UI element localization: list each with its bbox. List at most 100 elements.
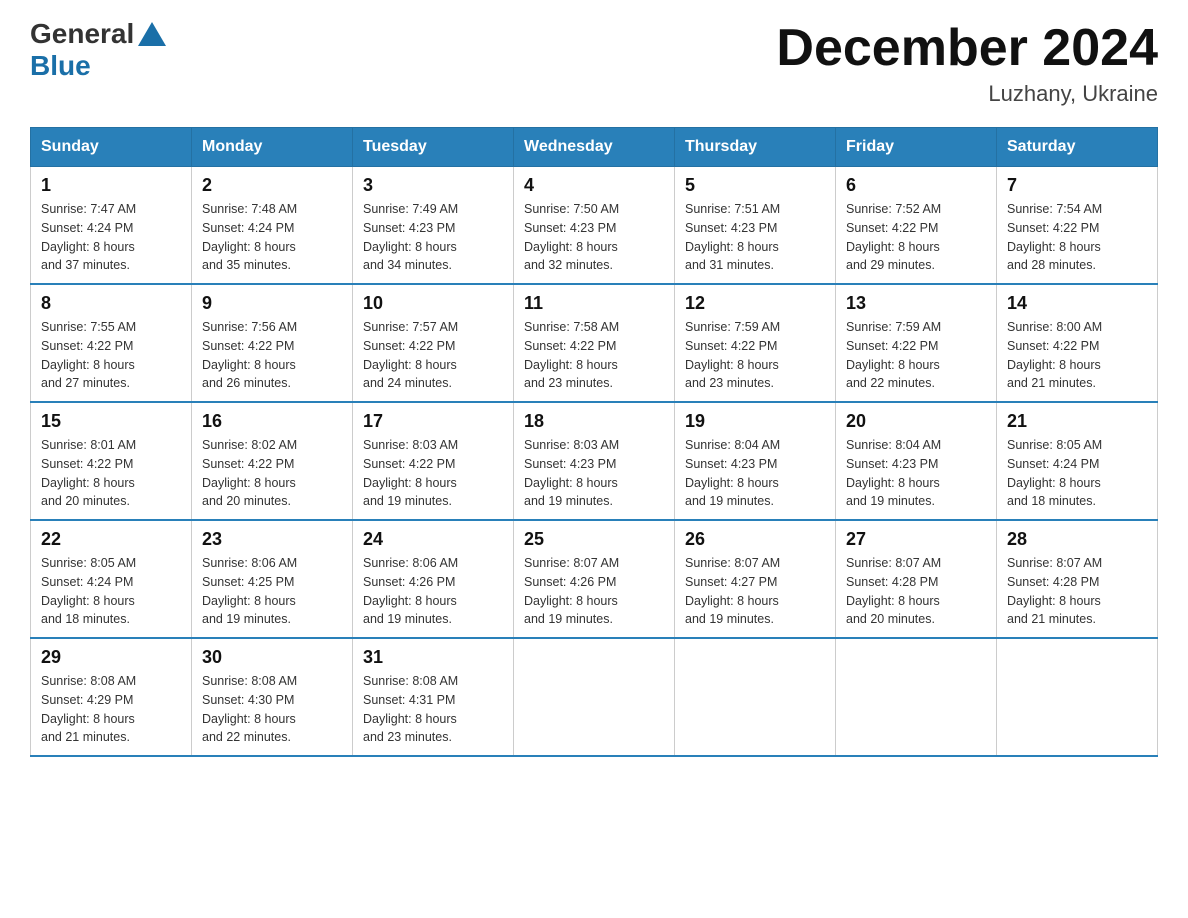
day-number: 23 bbox=[202, 529, 342, 550]
calendar-cell: 23Sunrise: 8:06 AMSunset: 4:25 PMDayligh… bbox=[192, 520, 353, 638]
header-saturday: Saturday bbox=[997, 128, 1158, 167]
day-info: Sunrise: 7:47 AMSunset: 4:24 PMDaylight:… bbox=[41, 200, 181, 275]
day-number: 22 bbox=[41, 529, 181, 550]
day-info: Sunrise: 7:59 AMSunset: 4:22 PMDaylight:… bbox=[846, 318, 986, 393]
day-number: 15 bbox=[41, 411, 181, 432]
day-number: 18 bbox=[524, 411, 664, 432]
day-info: Sunrise: 8:07 AMSunset: 4:26 PMDaylight:… bbox=[524, 554, 664, 629]
day-info: Sunrise: 7:55 AMSunset: 4:22 PMDaylight:… bbox=[41, 318, 181, 393]
day-number: 26 bbox=[685, 529, 825, 550]
day-info: Sunrise: 8:07 AMSunset: 4:28 PMDaylight:… bbox=[1007, 554, 1147, 629]
day-number: 6 bbox=[846, 175, 986, 196]
calendar-cell: 6 Sunrise: 7:52 AMSunset: 4:22 PMDaylight… bbox=[836, 167, 997, 285]
day-number: 9 bbox=[202, 293, 342, 314]
calendar-cell: 2 Sunrise: 7:48 AMSunset: 4:24 PMDaylight… bbox=[192, 167, 353, 285]
day-info: Sunrise: 7:48 AMSunset: 4:24 PMDaylight:… bbox=[202, 200, 342, 275]
day-number: 5 bbox=[685, 175, 825, 196]
calendar-cell bbox=[514, 638, 675, 756]
day-info: Sunrise: 8:02 AMSunset: 4:22 PMDaylight:… bbox=[202, 436, 342, 511]
logo-triangle-icon bbox=[138, 22, 166, 46]
calendar-cell: 18 Sunrise: 8:03 AMSunset: 4:23 PMDayligh… bbox=[514, 402, 675, 520]
header-thursday: Thursday bbox=[675, 128, 836, 167]
calendar-cell: 7 Sunrise: 7:54 AMSunset: 4:22 PMDaylight… bbox=[997, 167, 1158, 285]
day-info: Sunrise: 8:05 AMSunset: 4:24 PMDaylight:… bbox=[41, 554, 181, 629]
day-number: 4 bbox=[524, 175, 664, 196]
day-number: 2 bbox=[202, 175, 342, 196]
day-number: 31 bbox=[363, 647, 503, 668]
logo-blue-text: Blue bbox=[30, 50, 166, 82]
calendar-week-row: 29 Sunrise: 8:08 AMSunset: 4:29 PMDayligh… bbox=[31, 638, 1158, 756]
calendar-cell bbox=[997, 638, 1158, 756]
calendar-cell: 26 Sunrise: 8:07 AMSunset: 4:27 PMDayligh… bbox=[675, 520, 836, 638]
calendar-cell: 29 Sunrise: 8:08 AMSunset: 4:29 PMDayligh… bbox=[31, 638, 192, 756]
day-number: 8 bbox=[41, 293, 181, 314]
day-number: 19 bbox=[685, 411, 825, 432]
calendar-cell: 3Sunrise: 7:49 AMSunset: 4:23 PMDaylight… bbox=[353, 167, 514, 285]
calendar-cell bbox=[836, 638, 997, 756]
day-info: Sunrise: 8:04 AMSunset: 4:23 PMDaylight:… bbox=[846, 436, 986, 511]
day-info: Sunrise: 7:52 AMSunset: 4:22 PMDaylight:… bbox=[846, 200, 986, 275]
calendar-cell: 16Sunrise: 8:02 AMSunset: 4:22 PMDayligh… bbox=[192, 402, 353, 520]
calendar-cell: 5 Sunrise: 7:51 AMSunset: 4:23 PMDaylight… bbox=[675, 167, 836, 285]
calendar-cell: 12Sunrise: 7:59 AMSunset: 4:22 PMDayligh… bbox=[675, 284, 836, 402]
calendar-cell: 14Sunrise: 8:00 AMSunset: 4:22 PMDayligh… bbox=[997, 284, 1158, 402]
day-info: Sunrise: 7:51 AMSunset: 4:23 PMDaylight:… bbox=[685, 200, 825, 275]
calendar-cell: 20Sunrise: 8:04 AMSunset: 4:23 PMDayligh… bbox=[836, 402, 997, 520]
day-number: 30 bbox=[202, 647, 342, 668]
header-tuesday: Tuesday bbox=[353, 128, 514, 167]
day-number: 13 bbox=[846, 293, 986, 314]
day-info: Sunrise: 7:50 AMSunset: 4:23 PMDaylight:… bbox=[524, 200, 664, 275]
month-title: December 2024 bbox=[776, 20, 1158, 77]
calendar-week-row: 22 Sunrise: 8:05 AMSunset: 4:24 PMDayligh… bbox=[31, 520, 1158, 638]
calendar-cell: 22 Sunrise: 8:05 AMSunset: 4:24 PMDayligh… bbox=[31, 520, 192, 638]
day-number: 29 bbox=[41, 647, 181, 668]
calendar-cell: 17 Sunrise: 8:03 AMSunset: 4:22 PMDayligh… bbox=[353, 402, 514, 520]
day-info: Sunrise: 8:08 AMSunset: 4:29 PMDaylight:… bbox=[41, 672, 181, 747]
day-info: Sunrise: 8:03 AMSunset: 4:22 PMDaylight:… bbox=[363, 436, 503, 511]
header-monday: Monday bbox=[192, 128, 353, 167]
day-number: 25 bbox=[524, 529, 664, 550]
calendar-cell: 10Sunrise: 7:57 AMSunset: 4:22 PMDayligh… bbox=[353, 284, 514, 402]
day-number: 28 bbox=[1007, 529, 1147, 550]
calendar-week-row: 15 Sunrise: 8:01 AMSunset: 4:22 PMDayligh… bbox=[31, 402, 1158, 520]
logo-general-text: General bbox=[30, 20, 134, 48]
calendar-cell: 8 Sunrise: 7:55 AMSunset: 4:22 PMDaylight… bbox=[31, 284, 192, 402]
day-number: 12 bbox=[685, 293, 825, 314]
day-info: Sunrise: 8:06 AMSunset: 4:26 PMDaylight:… bbox=[363, 554, 503, 629]
calendar-cell: 21Sunrise: 8:05 AMSunset: 4:24 PMDayligh… bbox=[997, 402, 1158, 520]
day-number: 3 bbox=[363, 175, 503, 196]
calendar-cell: 30Sunrise: 8:08 AMSunset: 4:30 PMDayligh… bbox=[192, 638, 353, 756]
calendar-cell: 11Sunrise: 7:58 AMSunset: 4:22 PMDayligh… bbox=[514, 284, 675, 402]
calendar-cell: 15 Sunrise: 8:01 AMSunset: 4:22 PMDayligh… bbox=[31, 402, 192, 520]
calendar-week-row: 1 Sunrise: 7:47 AMSunset: 4:24 PMDaylight… bbox=[31, 167, 1158, 285]
calendar-cell: 1 Sunrise: 7:47 AMSunset: 4:24 PMDaylight… bbox=[31, 167, 192, 285]
day-number: 17 bbox=[363, 411, 503, 432]
calendar-cell: 4 Sunrise: 7:50 AMSunset: 4:23 PMDaylight… bbox=[514, 167, 675, 285]
day-number: 21 bbox=[1007, 411, 1147, 432]
day-info: Sunrise: 7:58 AMSunset: 4:22 PMDaylight:… bbox=[524, 318, 664, 393]
day-info: Sunrise: 8:07 AMSunset: 4:27 PMDaylight:… bbox=[685, 554, 825, 629]
day-number: 27 bbox=[846, 529, 986, 550]
calendar-table: SundayMondayTuesdayWednesdayThursdayFrid… bbox=[30, 127, 1158, 757]
day-info: Sunrise: 8:08 AMSunset: 4:31 PMDaylight:… bbox=[363, 672, 503, 747]
page-header: General Blue December 2024 Luzhany, Ukra… bbox=[30, 20, 1158, 107]
logo: General Blue bbox=[30, 20, 166, 82]
calendar-cell: 25 Sunrise: 8:07 AMSunset: 4:26 PMDayligh… bbox=[514, 520, 675, 638]
day-info: Sunrise: 7:56 AMSunset: 4:22 PMDaylight:… bbox=[202, 318, 342, 393]
day-number: 24 bbox=[363, 529, 503, 550]
calendar-cell: 19Sunrise: 8:04 AMSunset: 4:23 PMDayligh… bbox=[675, 402, 836, 520]
day-number: 1 bbox=[41, 175, 181, 196]
day-info: Sunrise: 8:03 AMSunset: 4:23 PMDaylight:… bbox=[524, 436, 664, 511]
calendar-cell: 13 Sunrise: 7:59 AMSunset: 4:22 PMDayligh… bbox=[836, 284, 997, 402]
day-info: Sunrise: 7:54 AMSunset: 4:22 PMDaylight:… bbox=[1007, 200, 1147, 275]
calendar-week-row: 8 Sunrise: 7:55 AMSunset: 4:22 PMDaylight… bbox=[31, 284, 1158, 402]
day-number: 7 bbox=[1007, 175, 1147, 196]
calendar-cell bbox=[675, 638, 836, 756]
header-friday: Friday bbox=[836, 128, 997, 167]
calendar-cell: 31 Sunrise: 8:08 AMSunset: 4:31 PMDayligh… bbox=[353, 638, 514, 756]
header-sunday: Sunday bbox=[31, 128, 192, 167]
location-text: Luzhany, Ukraine bbox=[776, 81, 1158, 107]
day-info: Sunrise: 8:01 AMSunset: 4:22 PMDaylight:… bbox=[41, 436, 181, 511]
calendar-header-row: SundayMondayTuesdayWednesdayThursdayFrid… bbox=[31, 128, 1158, 167]
day-info: Sunrise: 8:00 AMSunset: 4:22 PMDaylight:… bbox=[1007, 318, 1147, 393]
